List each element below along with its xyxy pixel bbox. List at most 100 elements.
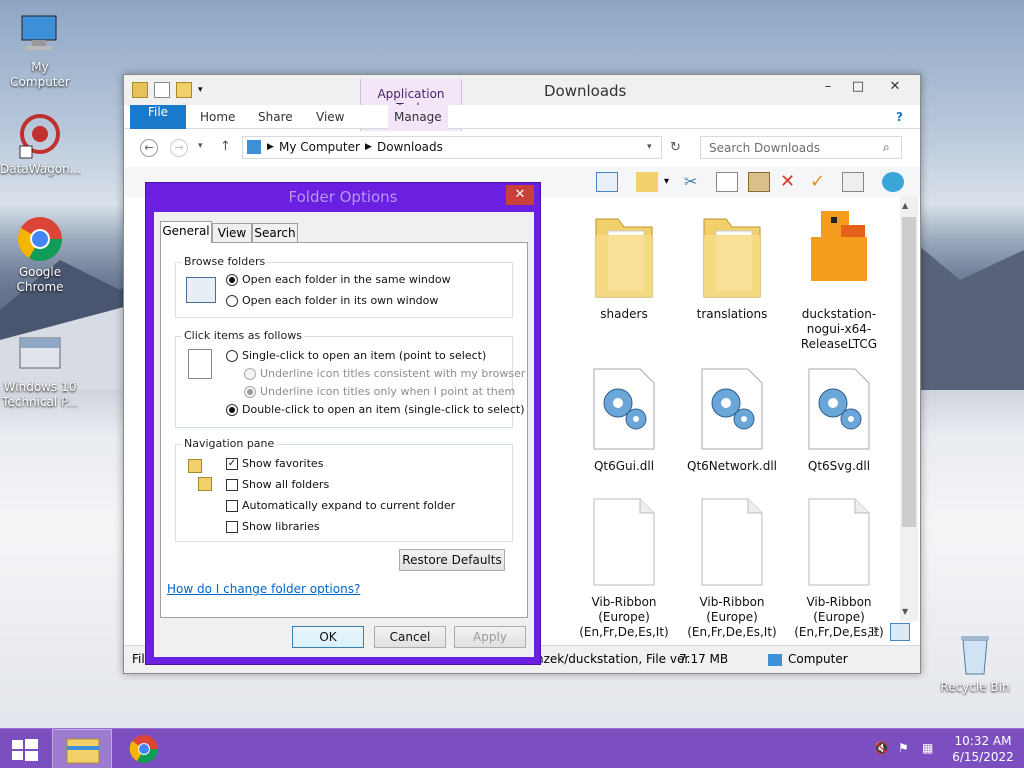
tab-general[interactable]: General: [160, 221, 212, 243]
browse-folders-group: Browse folders Open each folder in the s…: [175, 255, 513, 318]
new-folder-icon[interactable]: [176, 82, 192, 98]
chrome-taskbar-button[interactable]: [114, 729, 174, 769]
back-button[interactable]: ←: [140, 139, 158, 157]
file-item[interactable]: Vib-Ribbon (Europe) (En,Fr,De,Es,It): [574, 493, 674, 640]
help-link[interactable]: How do I change folder options?: [167, 582, 360, 596]
shell-icon[interactable]: [882, 172, 904, 192]
file-item[interactable]: Qt6Gui.dll: [574, 357, 674, 474]
desktop-icon-label: My Computer: [10, 60, 70, 89]
scroll-up-icon[interactable]: ▲: [902, 201, 908, 210]
properties-icon[interactable]: [154, 82, 170, 98]
vertical-scrollbar[interactable]: ▲ ▼: [900, 197, 918, 621]
breadcrumb-downloads[interactable]: Downloads: [377, 140, 443, 154]
checkbox[interactable]: [226, 520, 238, 533]
properties-folder-icon[interactable]: [636, 172, 658, 192]
minimize-button[interactable]: –: [814, 77, 842, 97]
computer-icon: [768, 654, 782, 666]
option-same-window[interactable]: Open each folder in the same window: [226, 273, 451, 286]
chevron-down-icon[interactable]: ▾: [664, 172, 686, 192]
option-show-favorites[interactable]: ✓ Show favorites: [226, 457, 323, 470]
maximize-button[interactable]: □: [844, 77, 872, 97]
address-bar[interactable]: ▶ My Computer ▶ Downloads ▾: [242, 136, 662, 159]
radio-button[interactable]: [226, 294, 238, 307]
windows10-desktop-icon[interactable]: Windows 10 Technical P...: [0, 330, 80, 410]
file-item[interactable]: Qt6Svg.dll: [789, 357, 889, 474]
google-chrome-desktop-icon[interactable]: Google Chrome: [0, 215, 80, 295]
desktop-icon-label: Recycle Bin: [940, 680, 1010, 694]
tab-view[interactable]: View: [316, 105, 344, 129]
file-item[interactable]: duckstation-nogui-x64-ReleaseLTCG: [789, 205, 889, 352]
checkbox[interactable]: [226, 499, 238, 512]
option-single-click[interactable]: Single-click to open an item (point to s…: [226, 349, 486, 362]
cancel-button[interactable]: Cancel: [374, 626, 446, 648]
tab-manage[interactable]: Manage: [388, 105, 448, 129]
datawagon-icon: [16, 112, 64, 160]
refresh-icon[interactable]: ↻: [670, 140, 681, 155]
up-arrow-icon[interactable]: ↑: [220, 139, 231, 154]
scrollbar-thumb[interactable]: [902, 217, 916, 527]
file-item[interactable]: Vib-Ribbon (Europe) (En,Fr,De,Es,It): [682, 493, 782, 640]
tab-view[interactable]: View: [212, 223, 252, 243]
help-icon[interactable]: ?: [896, 105, 903, 129]
tab-file[interactable]: File: [130, 105, 186, 129]
option-underline-point[interactable]: Underline icon titles only when I point …: [244, 385, 515, 398]
file-item[interactable]: Qt6Network.dll: [682, 357, 782, 474]
file-explorer-taskbar-button[interactable]: [52, 729, 112, 769]
action-center-flag-icon[interactable]: ⚑: [898, 741, 914, 757]
checkbox-checked[interactable]: ✓: [226, 457, 238, 470]
file-item[interactable]: Vib-Ribbon (Europe) (En,Fr,De,Es,It): [789, 493, 889, 640]
delete-icon[interactable]: ✕: [780, 172, 802, 192]
my-computer-desktop-icon[interactable]: My Computer: [0, 10, 80, 90]
rename-icon[interactable]: [842, 172, 864, 192]
option-double-click[interactable]: Double-click to open an item (single-cli…: [226, 403, 524, 416]
datawagon-desktop-icon[interactable]: DataWagon...: [0, 112, 82, 177]
radio-button[interactable]: [244, 385, 256, 398]
large-icons-view-icon[interactable]: [890, 623, 910, 641]
radio-button[interactable]: [226, 403, 238, 416]
checkbox[interactable]: [226, 478, 238, 491]
chevron-down-icon[interactable]: ▾: [198, 82, 206, 98]
file-item[interactable]: shaders: [574, 205, 674, 322]
close-button[interactable]: ✕: [874, 77, 916, 97]
start-button[interactable]: [0, 729, 48, 769]
scroll-down-icon[interactable]: ▼: [902, 607, 908, 616]
desktop-icon-label: DataWagon...: [0, 162, 82, 176]
forward-button[interactable]: →: [170, 139, 188, 157]
radio-button[interactable]: [226, 273, 238, 286]
paste-icon[interactable]: [748, 172, 770, 192]
tab-home[interactable]: Home: [200, 105, 235, 129]
chevron-down-icon[interactable]: ▾: [647, 142, 652, 152]
option-auto-expand[interactable]: Automatically expand to current folder: [226, 499, 455, 512]
tab-share[interactable]: Share: [258, 105, 293, 129]
cut-icon[interactable]: ✂: [684, 172, 706, 192]
clock[interactable]: 10:32 AM 6/15/2022: [948, 733, 1018, 765]
recent-locations-chevron-icon[interactable]: ▾: [198, 141, 203, 151]
checkmark-icon[interactable]: ✓: [810, 172, 832, 192]
window-icon: [186, 277, 216, 303]
volume-muted-icon[interactable]: 🔇: [874, 741, 890, 757]
network-icon[interactable]: ▦: [922, 741, 938, 757]
option-show-libraries[interactable]: Show libraries: [226, 520, 320, 533]
radio-button[interactable]: [226, 349, 238, 362]
option-show-all-folders[interactable]: Show all folders: [226, 478, 329, 491]
preview-pane-icon[interactable]: [596, 172, 618, 192]
tab-search[interactable]: Search: [252, 223, 298, 243]
desktop: My Computer DataWagon... Google Chrome W…: [0, 0, 1024, 728]
ok-button[interactable]: OK: [292, 626, 364, 648]
recycle-bin-desktop-icon[interactable]: Recycle Bin: [935, 630, 1015, 695]
apply-button[interactable]: Apply: [454, 626, 526, 648]
details-view-icon[interactable]: ☷: [868, 625, 879, 639]
option-own-window[interactable]: Open each folder in its own window: [226, 294, 438, 307]
radio-button[interactable]: [244, 367, 256, 380]
folder-icon[interactable]: [132, 82, 148, 98]
option-underline-browser[interactable]: Underline icon titles consistent with my…: [244, 367, 525, 380]
dialog-close-button[interactable]: ✕: [506, 185, 534, 205]
copy-icon[interactable]: [716, 172, 738, 192]
search-input[interactable]: Search Downloads ⌕: [700, 136, 902, 159]
option-label: Open each folder in its own window: [242, 294, 439, 307]
navigation-pane-group: Navigation pane ✓ Show favorites Show all…: [175, 437, 513, 542]
breadcrumb-my-computer[interactable]: My Computer: [279, 140, 360, 154]
computer-icon: [16, 10, 64, 58]
restore-defaults-button[interactable]: Restore Defaults: [399, 549, 505, 571]
file-item[interactable]: translations: [682, 205, 782, 322]
